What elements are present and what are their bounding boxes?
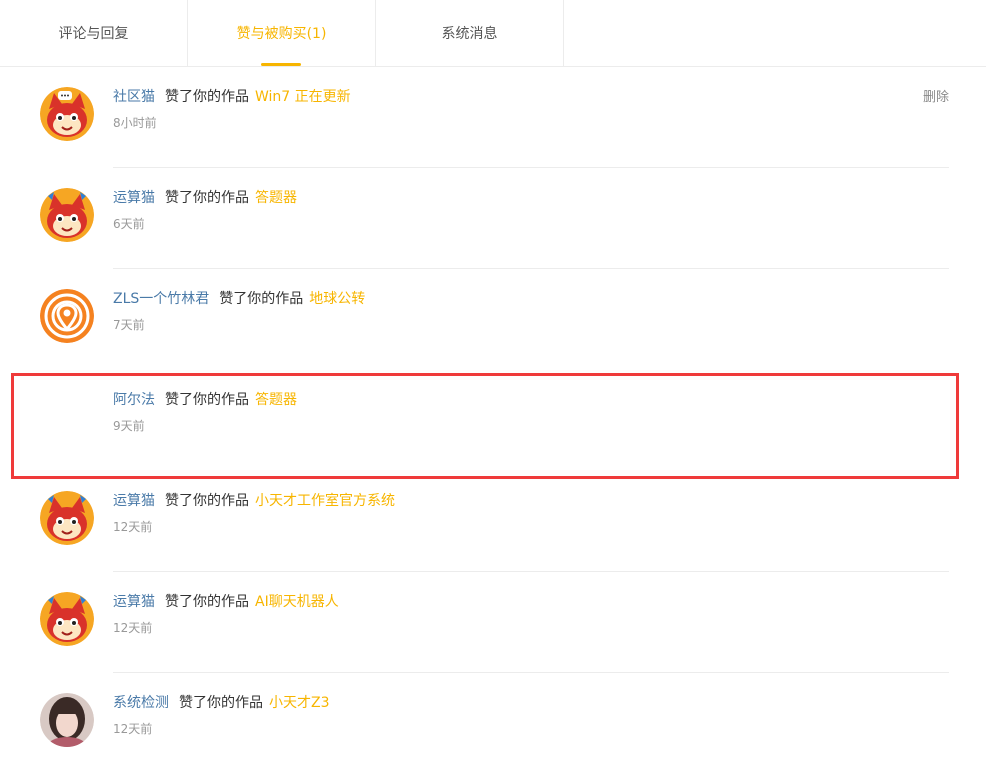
timestamp: 12天前 — [113, 722, 153, 736]
timestamp: 6天前 — [113, 217, 145, 231]
list-item: 运算猫 赞了你的作品 小天才工作室官方系统 12天前 — [0, 471, 986, 572]
action-text: 赞了你的作品 — [179, 695, 263, 711]
work-title-link[interactable]: 小天才Z3 — [269, 692, 330, 712]
highlight-box — [11, 373, 959, 479]
cat-mascot-avatar[interactable] — [40, 592, 94, 646]
timestamp: 12天前 — [113, 621, 153, 635]
action-text: 赞了你的作品 — [165, 594, 249, 610]
user-name-link[interactable]: 系统检测 — [113, 692, 169, 712]
timestamp: 12天前 — [113, 520, 153, 534]
tab-bar: 评论与回复 赞与被购买(1) 系统消息 — [0, 0, 986, 67]
notification-line: ZLS一个竹林君 赞了你的作品 地球公转 — [113, 288, 365, 308]
list-item: 社区猫 赞了你的作品 Win7 正在更新 8小时前 删除 — [0, 67, 986, 168]
user-name-link[interactable]: 运算猫 — [113, 591, 155, 611]
action-text: 赞了你的作品 — [165, 493, 249, 509]
tab-system[interactable]: 系统消息 — [376, 0, 563, 66]
work-title-link[interactable]: Win7 正在更新 — [255, 86, 351, 106]
orange-location-avatar[interactable] — [40, 289, 94, 343]
tab-likes[interactable]: 赞与被购买(1) — [188, 0, 375, 66]
notification-line: 系统检测 赞了你的作品 小天才Z3 — [113, 692, 330, 712]
photo-avatar[interactable] — [40, 693, 94, 747]
list-item: ZLS一个竹林君 赞了你的作品 地球公转 7天前 — [0, 269, 986, 370]
notification-line: 社区猫 赞了你的作品 Win7 正在更新 — [113, 86, 351, 106]
notification-line: 运算猫 赞了你的作品 小天才工作室官方系统 — [113, 490, 395, 510]
timestamp: 7天前 — [113, 318, 145, 332]
list-item: 系统检测 赞了你的作品 小天才Z3 12天前 — [0, 673, 986, 774]
notification-line: 运算猫 赞了你的作品 AI聊天机器人 — [113, 591, 339, 611]
user-name-link[interactable]: 运算猫 — [113, 187, 155, 207]
action-text: 赞了你的作品 — [165, 89, 249, 105]
tab-divider — [563, 0, 564, 66]
list-item: 运算猫 赞了你的作品 答题器 6天前 — [0, 168, 986, 269]
cat-mascot-avatar[interactable] — [40, 87, 94, 141]
delete-button[interactable]: 删除 — [923, 86, 949, 105]
action-text: 赞了你的作品 — [165, 190, 249, 206]
user-name-link[interactable]: ZLS一个竹林君 — [113, 288, 209, 308]
notification-line: 运算猫 赞了你的作品 答题器 — [113, 187, 297, 207]
user-name-link[interactable]: 社区猫 — [113, 86, 155, 106]
timestamp: 8小时前 — [113, 116, 157, 130]
active-tab-indicator — [261, 63, 301, 66]
user-name-link[interactable]: 运算猫 — [113, 490, 155, 510]
list-item: 运算猫 赞了你的作品 AI聊天机器人 12天前 — [0, 572, 986, 673]
cat-mascot-avatar[interactable] — [40, 188, 94, 242]
work-title-link[interactable]: 小天才工作室官方系统 — [255, 490, 395, 510]
tab-comments[interactable]: 评论与回复 — [0, 0, 187, 66]
action-text: 赞了你的作品 — [219, 291, 304, 307]
work-title-link[interactable]: 答题器 — [255, 187, 297, 207]
work-title-link[interactable]: 地球公转 — [309, 288, 365, 308]
work-title-link[interactable]: AI聊天机器人 — [255, 591, 339, 611]
cat-mascot-avatar[interactable] — [40, 491, 94, 545]
